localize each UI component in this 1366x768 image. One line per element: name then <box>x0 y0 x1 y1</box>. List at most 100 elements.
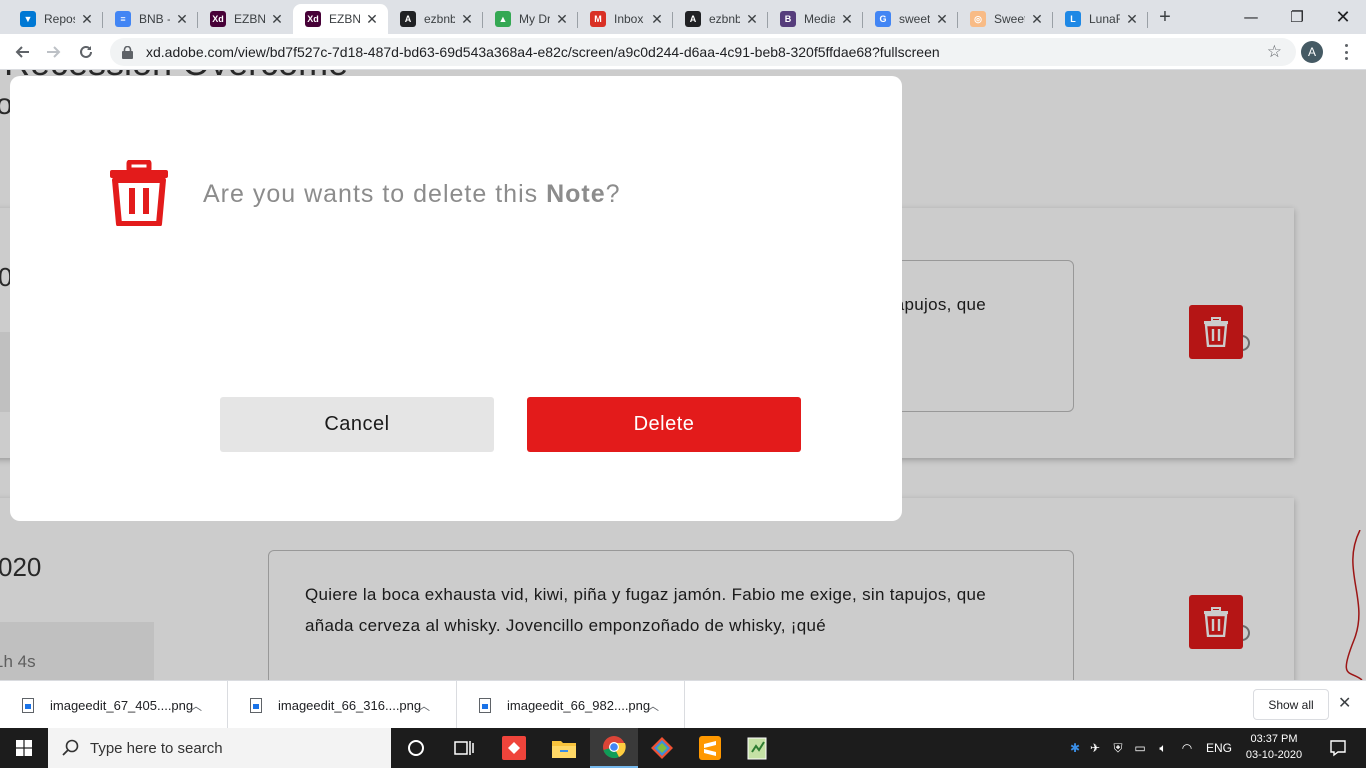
close-tab-icon[interactable]: ✕ <box>839 11 855 28</box>
search-icon <box>62 739 79 756</box>
lock-icon <box>120 45 134 59</box>
taskbar-clock[interactable]: 03:37 PM 03-10-2020 <box>1244 731 1304 763</box>
angular-icon: A <box>685 11 701 27</box>
cancel-button[interactable]: Cancel <box>220 397 494 452</box>
browser-menu-icon[interactable] <box>1342 42 1350 62</box>
tab-title: LunaF <box>1089 12 1120 26</box>
close-tab-icon[interactable]: ✕ <box>744 11 760 28</box>
back-button[interactable] <box>10 40 34 64</box>
maximize-button[interactable]: ❐ <box>1274 0 1320 34</box>
git-icon <box>651 737 673 759</box>
google-icon: G <box>875 11 891 27</box>
chevron-up-icon[interactable]: ︿ <box>418 697 430 714</box>
browser-tab[interactable]: ▲ My Dr ✕ <box>483 4 578 34</box>
tab-title: BNB - <box>139 12 170 26</box>
taskbar-app-notepad[interactable] <box>734 728 782 768</box>
browser-tab[interactable]: ≡ BNB - ✕ <box>103 4 198 34</box>
download-item[interactable]: imageedit_66_982....png ︿ <box>457 681 685 729</box>
new-tab-button[interactable]: + <box>1154 6 1176 28</box>
gmail-icon: M <box>590 11 606 27</box>
taskbar-app-git[interactable] <box>638 728 686 768</box>
browser-tab[interactable]: L LunaF ✕ <box>1053 4 1148 34</box>
chevron-up-icon[interactable]: ︿ <box>647 697 659 714</box>
tab-title: EZBN <box>329 12 360 26</box>
browser-tab[interactable]: Aezbnb ✕ <box>673 4 768 34</box>
close-tab-icon[interactable]: ✕ <box>174 11 190 28</box>
bluetooth-icon[interactable]: ✱ <box>1068 741 1082 755</box>
cortana-icon <box>408 740 424 756</box>
sweetalert-icon: ◎ <box>970 11 986 27</box>
dialog-message-suffix: ? <box>605 180 621 208</box>
close-tab-icon[interactable]: ✕ <box>364 11 380 28</box>
download-item[interactable]: imageedit_66_316....png ︿ <box>228 681 457 729</box>
taskbar-search[interactable]: Type here to search <box>48 728 391 768</box>
notification-icon <box>1330 740 1346 757</box>
image-file-icon <box>250 697 262 713</box>
network-off-icon[interactable]: ✈ <box>1082 741 1108 755</box>
angular-icon: A <box>400 11 416 27</box>
browser-tab[interactable]: Xd EZBN ✕ <box>198 4 293 34</box>
luna-icon: L <box>1065 11 1081 27</box>
reload-button[interactable] <box>74 40 98 64</box>
language-indicator[interactable]: ENG <box>1200 741 1238 755</box>
search-placeholder: Type here to search <box>90 739 223 757</box>
close-tab-icon[interactable]: ✕ <box>934 11 950 28</box>
chrome-icon <box>603 736 626 759</box>
tab-title: Inbox <box>614 12 644 26</box>
reload-icon <box>80 45 92 58</box>
close-tab-icon[interactable]: ✕ <box>79 11 95 28</box>
close-tab-icon[interactable]: ✕ <box>459 11 475 28</box>
browser-tab[interactable]: Gsweet ✕ <box>863 4 958 34</box>
task-view-button[interactable] <box>440 728 488 768</box>
close-tab-icon[interactable]: ✕ <box>649 11 665 28</box>
address-bar[interactable]: xd.adobe.com/view/bd7f527c-7d18-487d-bd6… <box>110 38 1296 66</box>
volume-icon[interactable]: 🔈︎ <box>1152 741 1174 756</box>
adobe-xd-icon: Xd <box>210 11 226 27</box>
close-window-button[interactable]: ✕ <box>1320 0 1366 34</box>
browser-toolbar: xd.adobe.com/view/bd7f527c-7d18-487d-bd6… <box>0 34 1366 70</box>
forward-button[interactable] <box>42 40 66 64</box>
show-all-button[interactable]: Show all <box>1253 689 1329 720</box>
forward-arrow-icon <box>47 46 61 58</box>
cortana-button[interactable] <box>392 728 440 768</box>
dialog-message-bold: Note <box>546 180 606 208</box>
wifi-icon[interactable]: ◠ <box>1174 741 1200 755</box>
page-viewport: Recession Overcome o 0 Quiere la boca ex… <box>0 70 1366 680</box>
taskbar-app-anydesk[interactable] <box>490 728 538 768</box>
bookmark-star-icon[interactable]: ☆ <box>1267 42 1282 62</box>
browser-tab[interactable]: Aezbnb ✕ <box>388 4 483 34</box>
taskbar-app-file-explorer[interactable] <box>540 728 588 768</box>
windows-logo-icon <box>16 740 32 756</box>
notepad-plus-icon <box>747 737 767 760</box>
sublime-text-icon <box>699 736 721 760</box>
profile-avatar[interactable]: A <box>1301 41 1323 63</box>
windows-taskbar: Type here to search ✱ ✈ ⛨ ▭ 🔈︎ ◠ ENG 03:… <box>0 728 1366 768</box>
trash-icon <box>110 160 168 226</box>
url-text: xd.adobe.com/view/bd7f527c-7d18-487d-bd6… <box>146 44 940 60</box>
start-button[interactable] <box>0 728 48 768</box>
taskbar-app-chrome[interactable] <box>590 728 638 768</box>
browser-tab[interactable]: ▼ Repos ✕ <box>8 4 103 34</box>
close-tab-icon[interactable]: ✕ <box>1124 11 1140 28</box>
clock-time: 03:37 PM <box>1250 733 1298 745</box>
close-tab-icon[interactable]: ✕ <box>269 11 285 28</box>
security-icon[interactable]: ⛨ <box>1108 741 1128 756</box>
tab-title: Repos <box>44 12 75 26</box>
browser-tab[interactable]: ◎ Sweet ✕ <box>958 4 1053 34</box>
delete-button[interactable]: Delete <box>527 397 801 452</box>
download-item[interactable]: imageedit_67_405....png ︿ <box>0 681 228 729</box>
adobe-xd-icon: Xd <box>305 11 321 27</box>
dialog-message-prefix: Are you wants to delete this <box>203 180 547 208</box>
battery-icon[interactable]: ▭ <box>1128 741 1152 755</box>
browser-tab[interactable]: B Media ✕ <box>768 4 863 34</box>
browser-tab[interactable]: Xd EZBN ✕ <box>293 4 388 34</box>
minimize-button[interactable]: — <box>1228 0 1274 34</box>
close-tab-icon[interactable]: ✕ <box>1029 11 1045 28</box>
close-icon[interactable]: ✕ <box>1338 693 1351 712</box>
close-tab-icon[interactable]: ✕ <box>554 11 570 28</box>
taskbar-app-sublime[interactable] <box>686 728 734 768</box>
browser-tab[interactable]: M Inbox ✕ <box>578 4 673 34</box>
notifications-button[interactable] <box>1314 728 1362 768</box>
chevron-up-icon[interactable]: ︿ <box>190 697 202 714</box>
tab-title: sweet <box>899 12 930 26</box>
